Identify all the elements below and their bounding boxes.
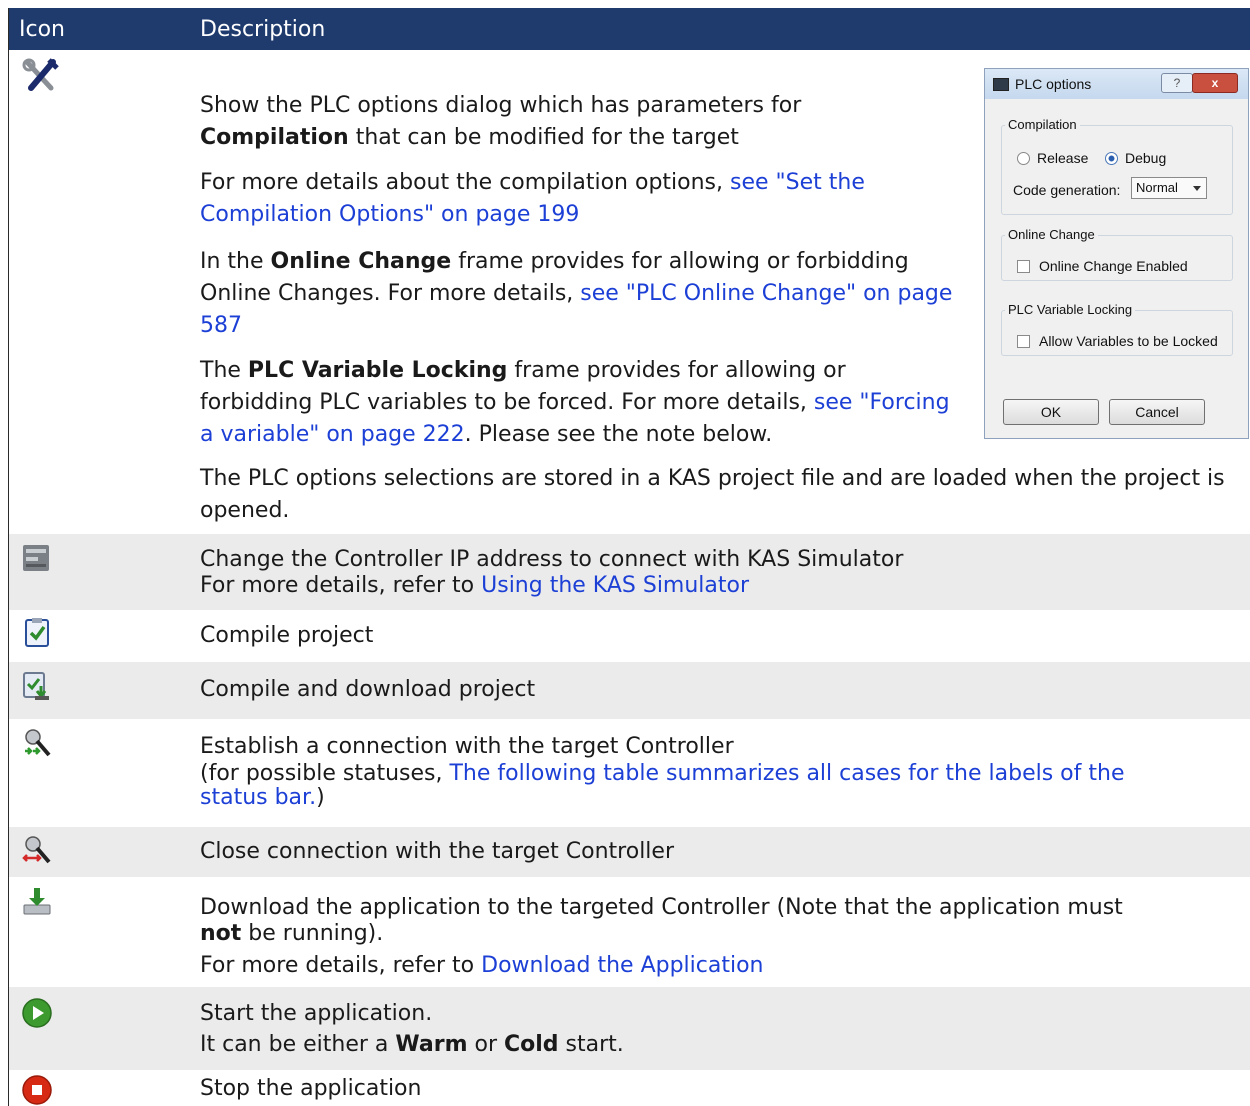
code-generation-label: Code generation: [1013, 182, 1121, 198]
connect-line-3: status bar.) [200, 785, 325, 810]
plc-options-dialog: PLC options ? x Compilation Release Debu… [984, 68, 1249, 439]
table-row-compile-download: Compile and download project [9, 662, 1250, 719]
allow-locked-label: Allow Variables to be Locked [1039, 333, 1218, 349]
online-change-group-label: Online Change [1005, 227, 1098, 242]
dialog-title-bar: PLC options ? x [985, 69, 1248, 99]
plc-options-paragraph-2: For more details about the compilation o… [200, 170, 865, 227]
table-row-plc-options: Show the PLC options dialog which has pa… [9, 50, 1250, 534]
start-line-2: It can be either a Warm or Cold start. [200, 1032, 624, 1057]
table-row-simulator: Change the Controller IP address to conn… [9, 534, 1250, 610]
table-row-stop: Stop the application [9, 1070, 1250, 1106]
stop-text: Stop the application [200, 1076, 422, 1101]
compile-download-icon [23, 672, 49, 700]
table-row-disconnect: Close connection with the target Control… [9, 827, 1250, 877]
table-row-start: Start the application. It can be either … [9, 987, 1250, 1070]
stop-icon [22, 1075, 52, 1105]
link-download-application[interactable]: Download the Application [481, 953, 763, 978]
compile-text: Compile project [200, 623, 374, 648]
simulator-line-1: Change the Controller IP address to conn… [200, 547, 904, 572]
download-line-3: For more details, refer to Download the … [200, 953, 764, 978]
tools-icon [22, 58, 59, 91]
plc-options-paragraph-4: The PLC Variable Locking frame provides … [200, 358, 950, 447]
code-generation-select[interactable]: Normal [1131, 177, 1207, 199]
connect-line-2: (for possible statuses, The following ta… [200, 761, 1125, 786]
compile-icon [25, 618, 49, 647]
chevron-down-icon [1193, 186, 1201, 191]
link-status-table[interactable]: The following table summarizes all cases… [449, 761, 1124, 786]
link-using-kas-simulator[interactable]: Using the KAS Simulator [481, 573, 749, 598]
compilation-group-label: Compilation [1005, 117, 1080, 132]
simulator-icon [23, 545, 49, 571]
start-line-1: Start the application. [200, 1001, 433, 1026]
dialog-title: PLC options [1015, 76, 1092, 92]
connect-icon [25, 729, 51, 757]
online-change-enabled-label: Online Change Enabled [1039, 258, 1188, 274]
release-radio[interactable] [1017, 152, 1030, 165]
ok-button[interactable]: OK [1003, 399, 1099, 425]
allow-locked-checkbox[interactable] [1017, 335, 1030, 348]
plc-options-paragraph-3: In the Online Change frame provides for … [200, 249, 953, 338]
compilation-group [1001, 125, 1233, 215]
table-row-compile: Compile project [9, 610, 1250, 662]
icon-column-header: Icon [19, 17, 65, 42]
start-icon [22, 998, 52, 1028]
connect-line-1: Establish a connection with the target C… [200, 734, 734, 759]
download-icon [23, 888, 51, 915]
plc-options-paragraph-1: Show the PLC options dialog which has pa… [200, 93, 802, 150]
compile-download-text: Compile and download project [200, 677, 536, 702]
link-status-bar[interactable]: status bar. [200, 785, 316, 810]
variable-locking-group-label: PLC Variable Locking [1005, 302, 1136, 317]
download-line-2: not be running). [200, 921, 384, 946]
debug-label: Debug [1125, 150, 1167, 166]
dialog-app-icon [993, 78, 1009, 91]
dialog-close-button[interactable]: x [1192, 73, 1238, 93]
dialog-help-button[interactable]: ? [1161, 73, 1193, 93]
simulator-line-2: For more details, refer to Using the KAS… [200, 573, 750, 598]
cancel-button[interactable]: Cancel [1109, 399, 1205, 425]
disconnect-icon [22, 836, 51, 864]
table-row-connect: Establish a connection with the target C… [9, 719, 1250, 827]
download-line-1: Download the application to the targeted… [200, 895, 1123, 920]
plc-options-paragraph-5: The PLC options selections are stored in… [200, 466, 1225, 523]
description-column-header: Description [200, 17, 326, 42]
table-header: Icon Description [9, 8, 1250, 50]
debug-radio[interactable] [1105, 152, 1118, 165]
online-change-checkbox[interactable] [1017, 260, 1030, 273]
table-row-download: Download the application to the targeted… [9, 877, 1250, 987]
toolbar-icons-table: Icon Description Show the PLC options di… [8, 8, 1250, 1106]
disconnect-text: Close connection with the target Control… [200, 839, 674, 864]
release-label: Release [1037, 150, 1089, 166]
